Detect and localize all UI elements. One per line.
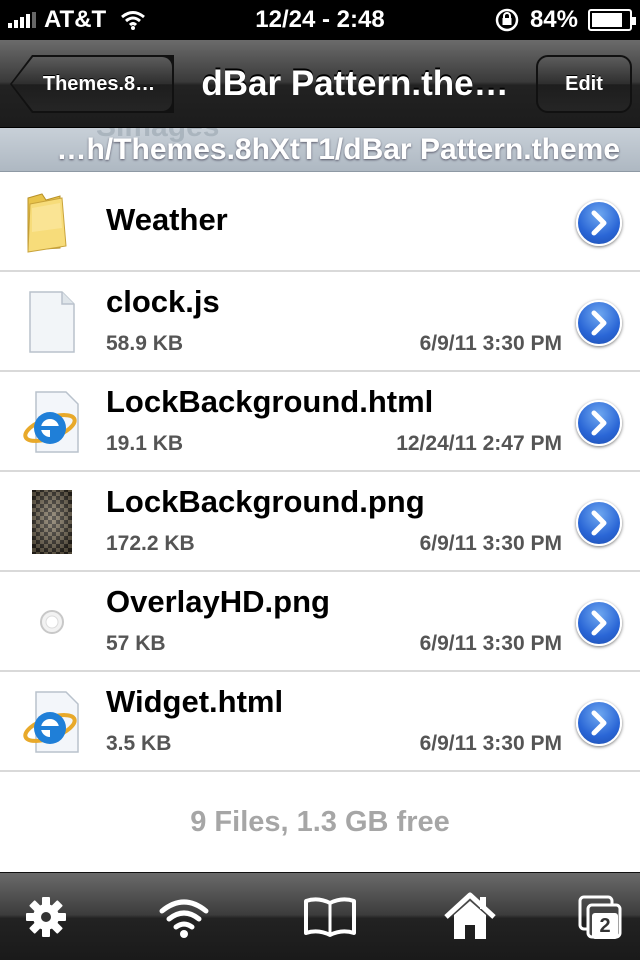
rotation-lock-icon — [495, 8, 519, 32]
detail-disclosure-button[interactable] — [576, 200, 622, 246]
folder-icon — [27, 193, 67, 253]
html-icon — [23, 691, 79, 753]
back-button-label: Themes.8… — [12, 57, 172, 111]
list-item-lockbackground-png[interactable]: LockBackground.png 172.2 KB 6/9/11 3:30 … — [0, 472, 640, 572]
chevron-right-icon — [591, 210, 607, 236]
battery-icon — [588, 9, 636, 31]
file-size: 58.9 KB — [106, 332, 184, 355]
list-item-lockbackground-html[interactable]: LockBackground.html 19.1 KB 12/24/11 2:4… — [0, 372, 640, 472]
settings-button[interactable] — [16, 887, 76, 947]
list-item-overlayhd-png[interactable]: OverlayHD.png 57 KB 6/9/11 3:30 PM — [0, 572, 640, 672]
tabs-count-badge: 2 — [592, 913, 618, 939]
list-item-weather[interactable]: Weather — [0, 172, 640, 272]
carrier-name: AT&T — [44, 6, 107, 33]
status-left: AT&T — [0, 6, 240, 34]
file-name: LockBackground.png — [106, 484, 425, 519]
page-title: dBar Pattern.the… — [201, 64, 509, 103]
status-time: 12/24 - 2:48 — [255, 6, 385, 33]
detail-disclosure-button[interactable] — [576, 500, 622, 546]
current-path: …h/Themes.8hXtT1/dBar Pattern.theme — [56, 133, 620, 166]
signal-strength-icon — [8, 12, 36, 28]
bookmarks-button[interactable] — [300, 887, 360, 947]
list-item-clock-js[interactable]: clock.js 58.9 KB 6/9/11 3:30 PM — [0, 272, 640, 372]
settings-gear-icon — [26, 897, 66, 937]
file-date: 6/9/11 3:30 PM — [419, 732, 562, 755]
detail-disclosure-button[interactable] — [576, 400, 622, 446]
chevron-right-icon — [591, 410, 607, 436]
detail-disclosure-button[interactable] — [576, 300, 622, 346]
file-name: OverlayHD.png — [106, 584, 330, 619]
chevron-right-icon — [591, 610, 607, 636]
file-size: 3.5 KB — [106, 732, 172, 755]
status-bar: AT&T 12/24 - 2:48 84% — [0, 0, 640, 40]
back-button[interactable]: Themes.8… — [10, 55, 174, 113]
file-name: LockBackground.html — [106, 384, 434, 419]
wifi-sharing-button[interactable] — [154, 887, 214, 947]
file-name: Widget.html — [106, 684, 284, 719]
chevron-right-icon — [591, 310, 607, 336]
document-icon — [29, 291, 75, 353]
edit-button[interactable]: Edit — [536, 55, 632, 113]
file-list: Weather clock.js 58.9 KB 6/9/11 3:30 PM — [0, 172, 640, 772]
wifi-signal-icon — [121, 11, 146, 30]
detail-disclosure-button[interactable] — [576, 700, 622, 746]
file-date: 12/24/11 2:47 PM — [396, 432, 562, 455]
image-thumbnail-icon — [32, 490, 72, 554]
html-icon — [23, 391, 79, 453]
battery-percent: 84% — [529, 6, 578, 33]
list-item-widget-html[interactable]: Widget.html 3.5 KB 6/9/11 3:30 PM — [0, 672, 640, 772]
bottom-toolbar: 2 — [0, 872, 640, 960]
file-name: Weather — [106, 202, 228, 237]
status-right: 84% — [400, 6, 640, 34]
home-icon — [444, 892, 496, 939]
wifi-icon — [159, 899, 209, 938]
battery-level — [592, 13, 623, 27]
storage-summary: 9 Files, 1.3 GB free — [190, 805, 450, 838]
file-date: 6/9/11 3:30 PM — [419, 332, 562, 355]
file-name: clock.js — [106, 284, 220, 319]
tabs-button[interactable]: 2 — [568, 887, 628, 947]
bookmarks-book-icon — [304, 897, 356, 937]
chevron-right-icon — [591, 710, 607, 736]
chevron-right-icon — [591, 510, 607, 536]
home-button[interactable] — [440, 887, 500, 947]
file-size: 57 KB — [106, 632, 166, 655]
detail-disclosure-button[interactable] — [576, 600, 622, 646]
file-size: 19.1 KB — [106, 432, 184, 455]
file-size: 172.2 KB — [106, 532, 195, 555]
navigation-bar: Themes.8… dBar Pattern.the… Edit — [0, 40, 640, 128]
path-bar: SImages …h/Themes.8hXtT1/dBar Pattern.th… — [0, 128, 640, 172]
file-date: 6/9/11 3:30 PM — [419, 632, 562, 655]
file-date: 6/9/11 3:30 PM — [419, 532, 562, 555]
image-thumbnail-icon — [40, 610, 64, 634]
